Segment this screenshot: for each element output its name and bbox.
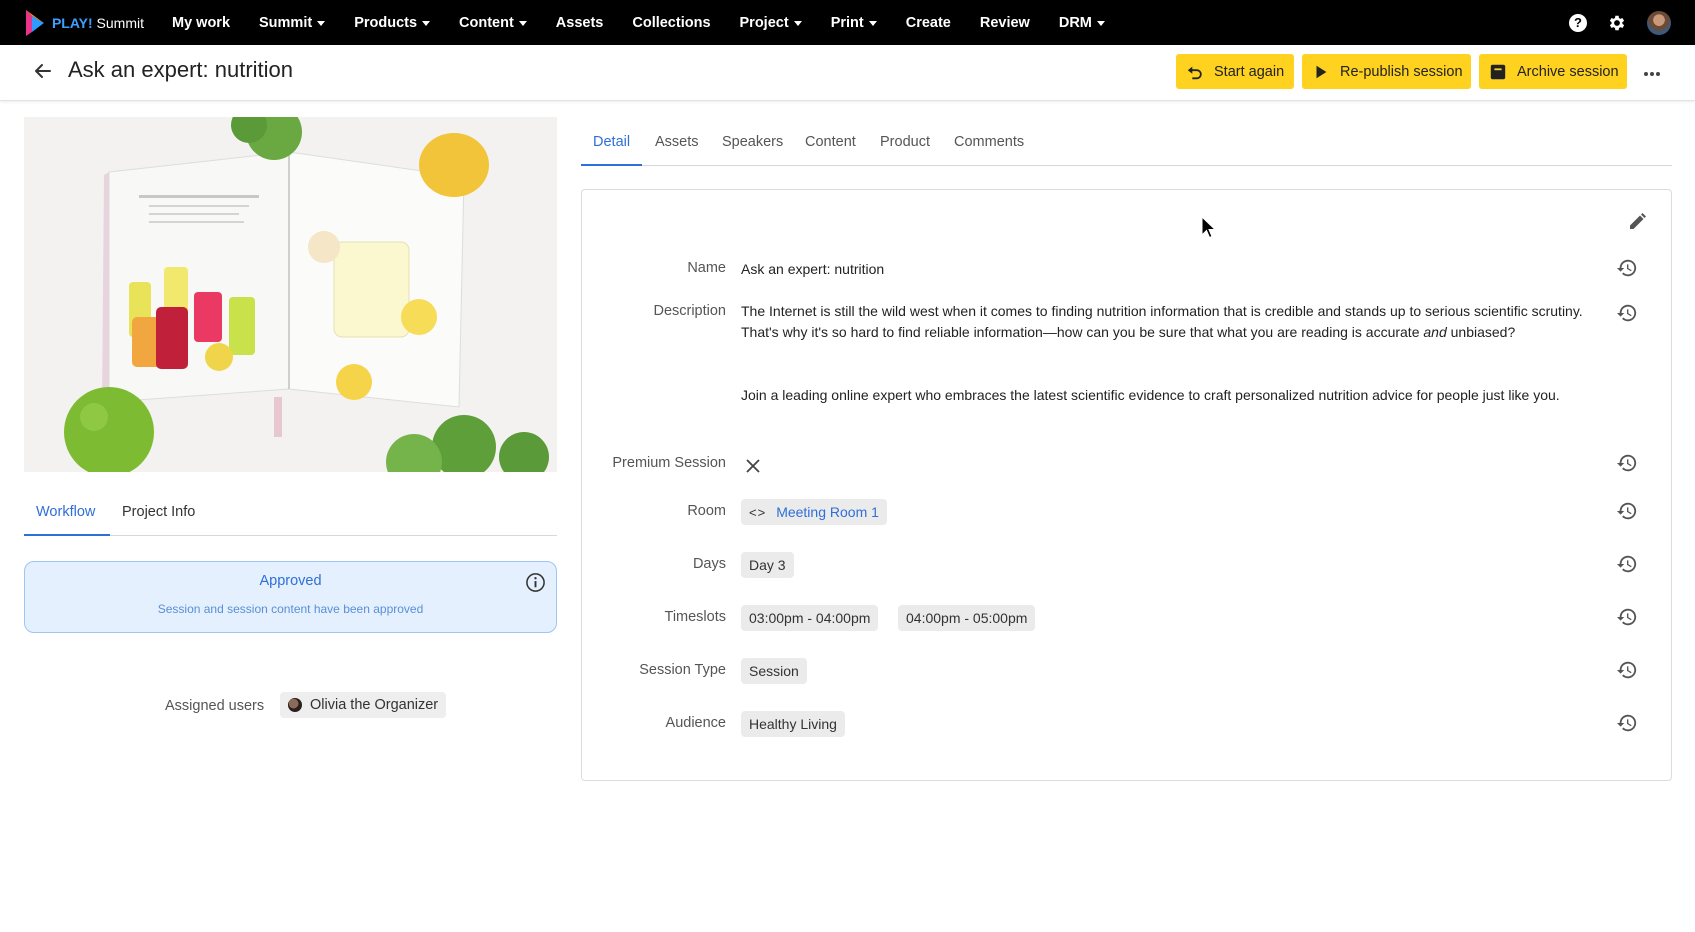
nav-products[interactable]: Products [354, 15, 431, 31]
chevron-down-icon [422, 21, 431, 26]
top-navigation-bar: PLAY! Summit My work Summit Products Con… [0, 0, 1695, 45]
user-avatar-small [288, 698, 302, 712]
history-icon[interactable] [1616, 712, 1638, 734]
tab-comments[interactable]: Comments [954, 134, 1024, 150]
tab-project-info[interactable]: Project Info [122, 504, 195, 520]
mouse-cursor-icon [1201, 216, 1217, 239]
left-tab-bar: Workflow Project Info [24, 494, 557, 536]
timeslot-chip: 03:00pm - 04:00pm [741, 605, 879, 631]
name-label: Name [687, 260, 726, 276]
chevron-down-icon [518, 21, 527, 26]
days-chip: Day 3 [741, 552, 794, 578]
days-label: Days [692, 556, 726, 572]
chevron-down-icon [317, 21, 326, 26]
app-logo[interactable]: PLAY! Summit [24, 8, 144, 38]
tab-content[interactable]: Content [805, 134, 856, 150]
audience-label: Audience [665, 715, 726, 731]
help-icon[interactable]: ? [1569, 13, 1587, 32]
tab-workflow[interactable]: Workflow [36, 504, 95, 520]
main-menu: My work Summit Products Content Assets C… [172, 15, 1134, 31]
tab-detail[interactable]: Detail [593, 134, 630, 150]
nav-collections[interactable]: Collections [632, 15, 710, 31]
history-icon[interactable] [1616, 257, 1638, 279]
tab-speakers[interactable]: Speakers [722, 134, 783, 150]
app-name: PLAY! Summit [51, 14, 144, 31]
history-icon[interactable] [1616, 452, 1638, 474]
audience-chip: Healthy Living [741, 711, 845, 737]
tab-product[interactable]: Product [880, 134, 930, 150]
tab-assets[interactable]: Assets [655, 134, 699, 150]
assigned-users-label: Assigned users [165, 698, 265, 714]
archive-session-button[interactable]: Archive session [1479, 54, 1627, 89]
chevron-down-icon [793, 21, 802, 26]
history-icon[interactable] [1616, 606, 1638, 628]
play-logo-icon [25, 9, 44, 36]
nav-utilities: ? [1569, 0, 1671, 45]
archive-icon [1490, 64, 1506, 79]
nav-project[interactable]: Project [740, 15, 802, 31]
chevron-down-icon [1096, 21, 1105, 26]
assigned-user-chip[interactable]: Olivia the Organizer [280, 692, 447, 718]
room-link-chip[interactable]: <> Meeting Room 1 [741, 499, 887, 525]
session-type-label: Session Type [639, 662, 726, 678]
session-type-chip: Session [741, 658, 807, 684]
back-arrow-icon[interactable] [33, 61, 53, 81]
page-title: Ask an expert: nutrition [68, 57, 294, 82]
nav-content[interactable]: Content [459, 15, 527, 31]
history-icon[interactable] [1616, 302, 1638, 324]
more-options-icon[interactable] [1643, 71, 1661, 77]
chevron-down-icon [868, 21, 877, 26]
workflow-status-card: Approved Session and session content hav… [24, 561, 557, 633]
name-value: Ask an expert: nutrition [741, 261, 885, 277]
description-paragraph-1: The Internet is still the wild west when… [741, 303, 1583, 340]
session-cover-image [24, 117, 557, 472]
description-label: Description [653, 303, 726, 319]
active-tab-indicator [24, 534, 110, 536]
room-label: Room [687, 503, 726, 519]
undo-icon [1187, 66, 1202, 79]
active-tab-indicator [581, 164, 642, 166]
detail-tab-bar: Detail Assets Speakers Content Product C… [581, 124, 1672, 166]
play-icon [1316, 65, 1327, 78]
nav-print[interactable]: Print [831, 15, 877, 31]
code-icon: <> [749, 504, 767, 520]
nav-assets[interactable]: Assets [556, 15, 604, 31]
status-subtitle: Session and session content have been ap… [157, 602, 424, 616]
nav-review[interactable]: Review [980, 15, 1030, 31]
nav-create[interactable]: Create [906, 15, 951, 31]
description-paragraph-2: Join a leading online expert who embrace… [741, 387, 1560, 403]
status-title: Approved [259, 573, 322, 589]
info-icon[interactable] [525, 572, 546, 593]
edit-pencil-icon[interactable] [1627, 212, 1647, 232]
history-icon[interactable] [1616, 659, 1638, 681]
gear-icon[interactable] [1607, 13, 1627, 33]
history-icon[interactable] [1616, 553, 1638, 575]
timeslots-label: Timeslots [664, 609, 727, 625]
user-avatar[interactable] [1647, 10, 1671, 35]
start-again-button[interactable]: Start again [1176, 54, 1294, 89]
nav-summit[interactable]: Summit [259, 15, 326, 31]
session-detail-card: Name Ask an expert: nutrition Descriptio… [581, 189, 1672, 781]
premium-session-label: Premium Session [612, 455, 726, 471]
page-header: Ask an expert: nutrition Start again Re-… [0, 45, 1695, 101]
close-icon [746, 459, 760, 473]
history-icon[interactable] [1616, 500, 1638, 522]
republish-session-button[interactable]: Re-publish session [1302, 54, 1471, 89]
nav-my-work[interactable]: My work [172, 15, 230, 31]
nav-drm[interactable]: DRM [1059, 15, 1105, 31]
assigned-user-name: Olivia the Organizer [310, 697, 439, 713]
timeslot-chip: 04:00pm - 05:00pm [898, 605, 1036, 631]
